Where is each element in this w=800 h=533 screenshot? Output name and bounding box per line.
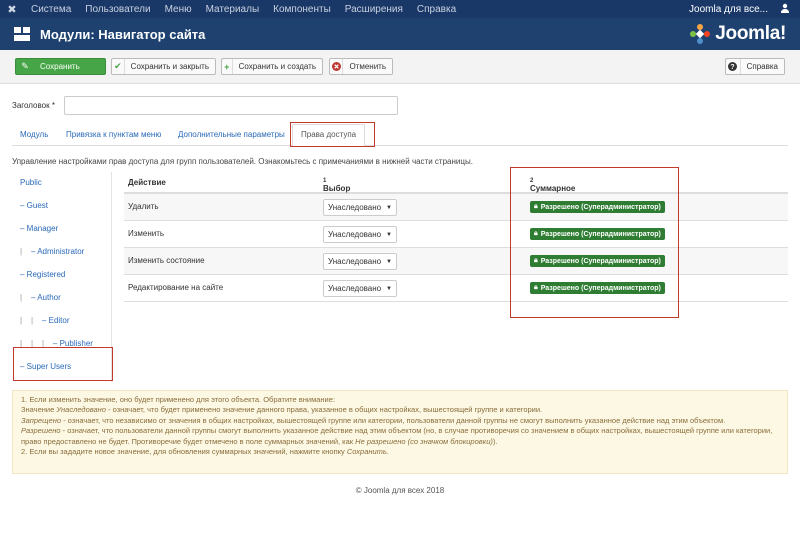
- caret-down-icon: ▼: [386, 258, 392, 265]
- status-badge: 🔒︎ Разрешено (Суперадминистратор): [530, 228, 665, 240]
- caret-down-icon: ▼: [386, 231, 392, 238]
- group-author[interactable]: – Author: [31, 293, 61, 302]
- note-line: 2. Если вы зададите новое значение, для …: [21, 447, 389, 457]
- permission-select-frontend-edit[interactable]: Унаследованo ▼: [323, 280, 397, 297]
- page-title: Модули: Навигатор сайта: [40, 26, 206, 42]
- permission-select-delete[interactable]: Унаследованo ▼: [323, 199, 397, 216]
- save-button[interactable]: ✎ Сохранить: [15, 58, 106, 75]
- group-publisher-wrap: | | | – Publisher: [20, 339, 93, 348]
- action-frontend-edit: Редактирование на сайте: [128, 283, 224, 292]
- title-label: Заголовок *: [12, 101, 55, 110]
- table-row: Изменить Унаследованo ▼ 🔒︎ Разрешено (Супе…: [124, 221, 788, 248]
- header-new-value: Выбор нового значения 1: [323, 178, 360, 211]
- help-button[interactable]: ? Справка: [725, 58, 785, 75]
- edit-icon: ✎: [21, 61, 29, 71]
- menu-item-components[interactable]: Компоненты: [266, 4, 338, 15]
- group-guest[interactable]: – Guest: [20, 201, 48, 210]
- action-delete: Удалить: [128, 202, 159, 211]
- module-icon: [14, 27, 30, 41]
- checkmark-icon: ✔: [112, 59, 125, 74]
- group-editor[interactable]: – Editor: [42, 316, 70, 325]
- page-header: Модули: Навигатор сайта Joomla!: [0, 18, 800, 50]
- user-groups-list: Public – Guest – Manager | – Administrat…: [12, 172, 112, 382]
- note-line: Запрещено - означает, что независимо от …: [21, 415, 726, 425]
- joomla-brand-icon: [690, 24, 711, 44]
- joomla-brand-text: Joomla!: [715, 23, 786, 44]
- note-line: Значение Унаследовано - означает, что бу…: [21, 405, 543, 415]
- save-close-button[interactable]: ✔ Сохранить и закрыть: [111, 58, 216, 75]
- lock-icon: 🔒︎: [534, 284, 538, 291]
- joomla-brand: Joomla!: [689, 23, 786, 45]
- question-icon: ?: [726, 59, 741, 74]
- group-public[interactable]: Public: [20, 178, 42, 187]
- permission-select-edit-state[interactable]: Унаследованo ▼: [323, 253, 397, 270]
- table-header: Действие Выбор нового значения 1 Суммарн…: [124, 172, 788, 211]
- main-menu: Система Пользователи Меню Материалы Комп…: [24, 4, 463, 15]
- menu-item-content[interactable]: Материалы: [199, 4, 267, 15]
- action-edit: Изменить: [128, 229, 165, 238]
- group-registered[interactable]: – Registered: [20, 270, 65, 279]
- menu-item-users[interactable]: Пользователи: [78, 4, 157, 15]
- permission-select-edit[interactable]: Унаследованo ▼: [323, 226, 397, 243]
- lock-icon: 🔒︎: [534, 257, 538, 264]
- title-input[interactable]: [64, 96, 398, 115]
- group-super-users[interactable]: – Super Users: [20, 362, 71, 371]
- status-badge: 🔒︎ Разрешено (Суперадминистратор): [530, 282, 665, 294]
- caret-down-icon: ▼: [386, 285, 392, 292]
- group-administrator-wrap: | – Administrator: [20, 247, 85, 256]
- note-line: Разрешено - означает, что пользователи д…: [21, 426, 773, 446]
- table-row: Редактирование на сайте Унаследованo ▼ 🔒︎…: [124, 275, 788, 302]
- tab-menu-assignment[interactable]: Привязка к пунктам меню: [66, 130, 161, 139]
- menu-item-menus[interactable]: Меню: [158, 4, 199, 15]
- menu-item-extensions[interactable]: Расширения: [338, 4, 410, 15]
- tab-module[interactable]: Модуль: [20, 130, 48, 139]
- top-navbar: ✖ Система Пользователи Меню Материалы Ко…: [0, 0, 800, 18]
- permissions-description: Управление настройками прав доступа для …: [12, 157, 473, 166]
- group-administrator[interactable]: – Administrator: [31, 247, 84, 256]
- permissions-notes: 1. Если изменить значение, оно будет при…: [12, 390, 788, 474]
- status-badge: 🔒︎ Разрешено (Суперадминистратор): [530, 255, 665, 267]
- plus-icon: +: [222, 59, 233, 74]
- tab-bar: Модуль Привязка к пунктам меню Дополните…: [12, 124, 788, 147]
- table-row: Удалить Унаследованo ▼ 🔒︎ Разрешено (Супер…: [124, 194, 788, 221]
- svg-text:?: ?: [731, 64, 735, 71]
- cancel-circle-icon: [330, 59, 344, 74]
- tab-advanced[interactable]: Дополнительные параметры: [178, 130, 285, 139]
- page-footer: © Joomla для всех 2018: [355, 486, 445, 495]
- action-edit-state: Изменить состояние: [128, 256, 205, 265]
- joomla-logo-icon[interactable]: ✖: [0, 3, 24, 16]
- status-badge: 🔒︎ Разрешено (Суперадминистратор): [530, 201, 665, 213]
- user-icon[interactable]: [780, 3, 790, 16]
- group-publisher[interactable]: – Publisher: [53, 339, 93, 348]
- note-line: 1. Если изменить значение, оно будет при…: [21, 395, 335, 404]
- tab-permissions[interactable]: Права доступа: [292, 124, 366, 147]
- cancel-button[interactable]: Отменить: [329, 58, 393, 75]
- permissions-table: Действие Выбор нового значения 1 Суммарн…: [124, 172, 788, 302]
- lock-icon: 🔒︎: [534, 230, 538, 237]
- group-author-wrap: | – Author: [20, 293, 61, 302]
- site-link[interactable]: Joomla для все...: [689, 4, 768, 15]
- toolbar: ✎ Сохранить ✔ Сохранить и закрыть + Сохр…: [0, 50, 800, 84]
- header-computed: Суммарное значение 2: [530, 178, 576, 202]
- caret-down-icon: ▼: [386, 204, 392, 211]
- group-editor-wrap: | | – Editor: [20, 316, 70, 325]
- group-manager[interactable]: – Manager: [20, 224, 58, 233]
- lock-icon: 🔒︎: [534, 203, 538, 210]
- header-action: Действие: [128, 178, 166, 187]
- table-row: Изменить состояние Унаследованo ▼ 🔒︎ Разре…: [124, 248, 788, 275]
- menu-item-help[interactable]: Справка: [410, 4, 463, 15]
- save-new-button[interactable]: + Сохранить и создать: [221, 58, 323, 75]
- menu-item-system[interactable]: Система: [24, 4, 78, 15]
